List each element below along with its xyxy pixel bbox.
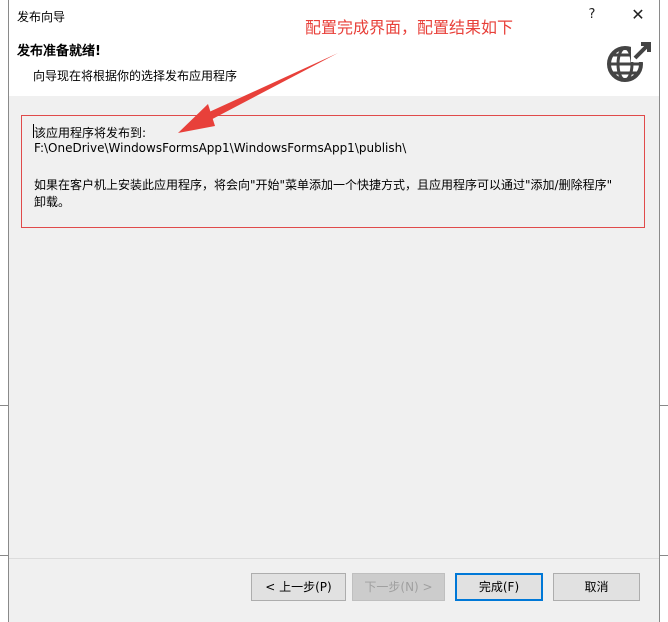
annotation-text: 配置完成界面，配置结果如下 — [305, 18, 514, 37]
globe-publish-icon — [607, 40, 653, 82]
summary-line-destination-path: F:\OneDrive\WindowsFormsApp1\WindowsForm… — [34, 141, 407, 155]
wizard-content: 该应用程序将发布到: F:\OneDrive\WindowsFormsApp1\… — [9, 96, 659, 558]
previous-button[interactable]: < 上一步(P) — [251, 573, 346, 601]
summary-line-uninstall-info: 卸载。 — [34, 195, 71, 209]
page-subtitle: 向导现在将根据你的选择发布应用程序 — [33, 69, 238, 83]
summary-line-destination-label: 该应用程序将发布到: — [34, 126, 147, 140]
cancel-button[interactable]: 取消 — [553, 573, 640, 601]
help-button[interactable]: ? — [577, 4, 607, 26]
background-mark — [0, 405, 8, 406]
background-mark — [660, 555, 668, 556]
background-mark — [660, 405, 668, 406]
publish-wizard-dialog: 发布向导 ? ✕ 发布准备就绪! 向导现在将根据你的选择发布应用程序 该应用程序… — [8, 0, 660, 622]
summary-line-shortcut-info: 如果在客户机上安装此应用程序，将会向"开始"菜单添加一个快捷方式，且应用程序可以… — [34, 178, 613, 192]
window-title: 发布向导 — [17, 10, 66, 24]
page-title: 发布准备就绪! — [17, 44, 101, 59]
wizard-footer: < 上一步(P) 下一步(N) > 完成(F) 取消 — [9, 558, 659, 622]
next-button[interactable]: 下一步(N) > — [352, 573, 445, 601]
publish-summary-text[interactable]: 该应用程序将发布到: F:\OneDrive\WindowsFormsApp1\… — [21, 115, 645, 228]
finish-button[interactable]: 完成(F) — [455, 573, 543, 601]
background-window-edge-right — [660, 0, 668, 622]
background-mark — [0, 555, 8, 556]
background-window-edge-left — [0, 0, 8, 622]
close-button[interactable]: ✕ — [623, 4, 653, 26]
wizard-header: 发布准备就绪! 向导现在将根据你的选择发布应用程序 — [9, 30, 659, 96]
